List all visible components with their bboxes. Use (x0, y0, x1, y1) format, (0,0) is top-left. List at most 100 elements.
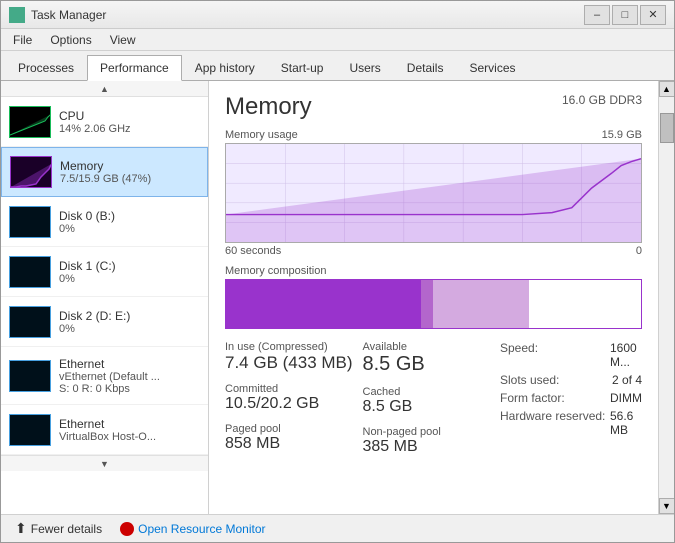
composition-label: Memory composition (225, 265, 642, 277)
ethernet2-item-text: Ethernet VirtualBox Host-O... (59, 417, 200, 443)
disk0-name: Disk 0 (B:) (59, 209, 200, 223)
sidebar-item-memory[interactable]: Memory 7.5/15.9 GB (47%) (1, 147, 208, 197)
maximize-button[interactable]: □ (612, 5, 638, 25)
cached-label: Cached (363, 386, 501, 398)
detail-title: Memory (225, 93, 312, 121)
scroll-down-btn[interactable]: ▼ (659, 498, 675, 514)
disk1-item-text: Disk 1 (C:) 0% (59, 259, 200, 285)
tab-performance[interactable]: Performance (87, 55, 182, 81)
ethernet1-name: Ethernet (59, 357, 200, 371)
stat-committed: Committed 10.5/20.2 GB (225, 383, 363, 413)
disk1-name: Disk 1 (C:) (59, 259, 200, 273)
tab-processes[interactable]: Processes (5, 54, 87, 80)
cpu-mini-graph (9, 106, 51, 138)
hw-reserved-value: 56.6 MB (610, 409, 642, 437)
memory-mini-graph (10, 156, 52, 188)
app-icon (9, 7, 25, 23)
speed-row: Speed: 1600 M... (500, 341, 642, 369)
disk2-value: 0% (59, 323, 200, 335)
detail-subtitle: 16.0 GB DDR3 (562, 93, 642, 107)
composition-bar (225, 279, 642, 329)
detail-scrollbar: ▲ ▼ (658, 81, 674, 514)
sidebar-item-disk1[interactable]: Disk 1 (C:) 0% (1, 247, 208, 297)
menu-file[interactable]: File (5, 31, 40, 49)
ethernet2-mini-graph (9, 414, 51, 446)
menu-view[interactable]: View (102, 31, 144, 49)
memory-usage-section: Memory usage 15.9 GB (225, 129, 642, 257)
stat-inuse: In use (Compressed) 7.4 GB (433 MB) (225, 341, 363, 373)
hw-reserved-row: Hardware reserved: 56.6 MB (500, 409, 642, 437)
memory-item-text: Memory 7.5/15.9 GB (47%) (60, 159, 199, 185)
disk2-mini-graph (9, 306, 51, 338)
tab-app-history[interactable]: App history (182, 54, 268, 80)
ethernet1-value: vEthernet (Default ... (59, 371, 200, 383)
resource-monitor-button[interactable]: Open Resource Monitor (120, 522, 265, 536)
stat-paged: Paged pool 858 MB (225, 423, 363, 453)
tab-bar: Processes Performance App history Start-… (1, 51, 674, 81)
menu-options[interactable]: Options (42, 31, 99, 49)
ethernet1-item-text: Ethernet vEthernet (Default ... S: 0 R: … (59, 357, 200, 395)
comp-inuse (226, 280, 421, 328)
sidebar-item-disk2[interactable]: Disk 2 (D: E:) 0% (1, 297, 208, 347)
slots-row: Slots used: 2 of 4 (500, 373, 642, 387)
sidebar-scroll-down[interactable]: ▼ (1, 455, 208, 471)
title-bar-left: Task Manager (9, 7, 106, 23)
menu-bar: File Options View (1, 29, 674, 51)
cpu-item-text: CPU 14% 2.06 GHz (59, 109, 200, 135)
paged-value: 858 MB (225, 435, 363, 453)
scroll-track (660, 97, 674, 498)
disk1-value: 0% (59, 273, 200, 285)
detail-panel: Memory 16.0 GB DDR3 Memory usage 15.9 GB (209, 81, 658, 514)
sidebar: ▲ CPU 14% 2.06 GHz (1, 81, 209, 514)
main-content: ▲ CPU 14% 2.06 GHz (1, 81, 674, 514)
window-controls: – □ ✕ (584, 5, 666, 25)
memory-name: Memory (60, 159, 199, 173)
sidebar-scroll-up[interactable]: ▲ (1, 81, 208, 97)
hw-reserved-label: Hardware reserved: (500, 409, 610, 437)
scroll-thumb[interactable] (660, 113, 674, 143)
ethernet1-mini-graph (9, 360, 51, 392)
comp-modified (421, 280, 433, 328)
time-left-label: 60 seconds (225, 245, 281, 257)
disk0-value: 0% (59, 223, 200, 235)
form-row: Form factor: DIMM (500, 391, 642, 405)
close-button[interactable]: ✕ (640, 5, 666, 25)
inuse-value: 7.4 GB (433 MB) (225, 353, 363, 373)
available-label: Available (363, 341, 501, 353)
slots-value: 2 of 4 (612, 373, 642, 387)
sidebar-item-cpu[interactable]: CPU 14% 2.06 GHz (1, 97, 208, 147)
time-right-label: 0 (636, 245, 642, 257)
cpu-value: 14% 2.06 GHz (59, 123, 200, 135)
sidebar-item-ethernet1[interactable]: Ethernet vEthernet (Default ... S: 0 R: … (1, 347, 208, 405)
sidebar-item-disk0[interactable]: Disk 0 (B:) 0% (1, 197, 208, 247)
slots-label: Slots used: (500, 373, 610, 387)
memory-graph (225, 143, 642, 243)
scroll-up-btn[interactable]: ▲ (659, 81, 675, 97)
chevron-down-icon: ⬆ (15, 520, 27, 537)
disk0-item-text: Disk 0 (B:) 0% (59, 209, 200, 235)
tab-details[interactable]: Details (394, 54, 457, 80)
cpu-name: CPU (59, 109, 200, 123)
form-value: DIMM (610, 391, 642, 405)
disk1-mini-graph (9, 256, 51, 288)
tab-services[interactable]: Services (456, 54, 528, 80)
title-bar: Task Manager – □ ✕ (1, 1, 674, 29)
available-value: 8.5 GB (363, 353, 501, 376)
minimize-button[interactable]: – (584, 5, 610, 25)
tab-startup[interactable]: Start-up (268, 54, 337, 80)
disk2-item-text: Disk 2 (D: E:) 0% (59, 309, 200, 335)
tab-users[interactable]: Users (336, 54, 393, 80)
speed-label: Speed: (500, 341, 610, 369)
cached-value: 8.5 GB (363, 398, 501, 416)
committed-value: 10.5/20.2 GB (225, 395, 363, 413)
stat-nonpaged: Non-paged pool 385 MB (363, 426, 501, 456)
resource-monitor-label: Open Resource Monitor (138, 522, 265, 536)
task-manager-window: Task Manager – □ ✕ File Options View Pro… (0, 0, 675, 543)
detail-header: Memory 16.0 GB DDR3 (225, 93, 642, 121)
disk0-mini-graph (9, 206, 51, 238)
ethernet2-value: VirtualBox Host-O... (59, 431, 200, 443)
fewer-details-button[interactable]: ⬆ Fewer details (9, 518, 108, 539)
sidebar-item-ethernet2[interactable]: Ethernet VirtualBox Host-O... (1, 405, 208, 455)
stat-available: Available 8.5 GB (363, 341, 501, 376)
composition-section: Memory composition (225, 265, 642, 329)
